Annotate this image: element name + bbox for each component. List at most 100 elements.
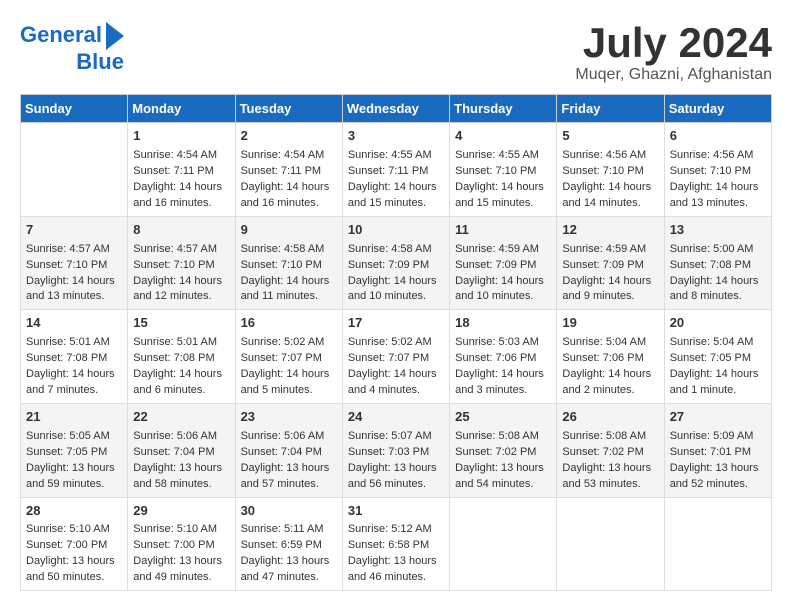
day-number: 30	[241, 502, 337, 521]
day-number: 2	[241, 127, 337, 146]
calendar-cell: 11 Sunrise: 4:59 AM Sunset: 7:09 PM Dayli…	[450, 216, 557, 310]
day-number: 9	[241, 221, 337, 240]
calendar-cell: 18 Sunrise: 5:03 AM Sunset: 7:06 PM Dayli…	[450, 310, 557, 404]
day-number: 15	[133, 314, 229, 333]
day-info: Sunrise: 4:55 AM Sunset: 7:10 PM Dayligh…	[455, 148, 551, 212]
month-title: July 2024	[575, 20, 772, 66]
weekday-header: Thursday	[450, 95, 557, 123]
calendar-cell: 8Sunrise: 4:57 AM Sunset: 7:10 PM Daylig…	[128, 216, 235, 310]
calendar-cell: 25 Sunrise: 5:08 AM Sunset: 7:02 PM Dayli…	[450, 403, 557, 497]
day-info: Sunrise: 5:01 AM Sunset: 7:08 PM Dayligh…	[133, 335, 229, 399]
calendar-week-row: 1 Sunrise: 4:54 AM Sunset: 7:11 PM Daylig…	[21, 123, 772, 217]
day-info: Sunrise: 5:10 AM Sunset: 7:00 PM Dayligh…	[133, 522, 229, 586]
calendar-week-row: 7 Sunrise: 4:57 AM Sunset: 7:10 PM Daylig…	[21, 216, 772, 310]
day-number: 6	[670, 127, 766, 146]
day-number: 12	[562, 221, 658, 240]
calendar-cell: 20 Sunrise: 5:04 AM Sunset: 7:05 PM Dayli…	[664, 310, 771, 404]
calendar-cell	[21, 123, 128, 217]
day-number: 22	[133, 408, 229, 427]
day-number: 1	[133, 127, 229, 146]
logo-text: General	[20, 23, 102, 47]
day-info: Sunrise: 4:56 AM Sunset: 7:10 PM Dayligh…	[562, 148, 658, 212]
calendar-cell: 5 Sunrise: 4:56 AM Sunset: 7:10 PM Daylig…	[557, 123, 664, 217]
calendar-cell	[450, 497, 557, 591]
calendar-cell: 13Sunrise: 5:00 AM Sunset: 7:08 PM Dayli…	[664, 216, 771, 310]
day-number: 17	[348, 314, 444, 333]
day-info: Sunrise: 5:02 AM Sunset: 7:07 PM Dayligh…	[241, 335, 337, 399]
calendar-cell: 2 Sunrise: 4:54 AM Sunset: 7:11 PM Daylig…	[235, 123, 342, 217]
calendar-cell: 28Sunrise: 5:10 AM Sunset: 7:00 PM Dayli…	[21, 497, 128, 591]
calendar-cell: 1 Sunrise: 4:54 AM Sunset: 7:11 PM Daylig…	[128, 123, 235, 217]
day-info: Sunrise: 5:08 AM Sunset: 7:02 PM Dayligh…	[562, 429, 658, 493]
day-info: Sunrise: 5:00 AM Sunset: 7:08 PM Dayligh…	[670, 242, 766, 306]
day-number: 25	[455, 408, 551, 427]
calendar-cell: 26Sunrise: 5:08 AM Sunset: 7:02 PM Dayli…	[557, 403, 664, 497]
day-info: Sunrise: 5:04 AM Sunset: 7:06 PM Dayligh…	[562, 335, 658, 399]
calendar-week-row: 28Sunrise: 5:10 AM Sunset: 7:00 PM Dayli…	[21, 497, 772, 591]
calendar-cell: 30Sunrise: 5:11 AM Sunset: 6:59 PM Dayli…	[235, 497, 342, 591]
day-number: 21	[26, 408, 122, 427]
day-number: 28	[26, 502, 122, 521]
day-info: Sunrise: 5:05 AM Sunset: 7:05 PM Dayligh…	[26, 429, 122, 493]
day-info: Sunrise: 4:57 AM Sunset: 7:10 PM Dayligh…	[26, 242, 122, 306]
calendar-cell: 3 Sunrise: 4:55 AM Sunset: 7:11 PM Daylig…	[342, 123, 449, 217]
day-number: 7	[26, 221, 122, 240]
weekday-header: Wednesday	[342, 95, 449, 123]
day-info: Sunrise: 4:59 AM Sunset: 7:09 PM Dayligh…	[562, 242, 658, 306]
weekday-header: Monday	[128, 95, 235, 123]
day-number: 4	[455, 127, 551, 146]
calendar-cell: 10Sunrise: 4:58 AM Sunset: 7:09 PM Dayli…	[342, 216, 449, 310]
day-number: 29	[133, 502, 229, 521]
weekday-header: Friday	[557, 95, 664, 123]
calendar-table: SundayMondayTuesdayWednesdayThursdayFrid…	[20, 94, 772, 591]
day-number: 24	[348, 408, 444, 427]
day-info: Sunrise: 5:03 AM Sunset: 7:06 PM Dayligh…	[455, 335, 551, 399]
day-info: Sunrise: 5:06 AM Sunset: 7:04 PM Dayligh…	[133, 429, 229, 493]
day-number: 5	[562, 127, 658, 146]
day-info: Sunrise: 4:54 AM Sunset: 7:11 PM Dayligh…	[241, 148, 337, 212]
day-info: Sunrise: 4:55 AM Sunset: 7:11 PM Dayligh…	[348, 148, 444, 212]
day-number: 23	[241, 408, 337, 427]
calendar-cell: 14Sunrise: 5:01 AM Sunset: 7:08 PM Dayli…	[21, 310, 128, 404]
day-number: 16	[241, 314, 337, 333]
weekday-header: Tuesday	[235, 95, 342, 123]
day-info: Sunrise: 4:56 AM Sunset: 7:10 PM Dayligh…	[670, 148, 766, 212]
day-number: 10	[348, 221, 444, 240]
calendar-cell: 27Sunrise: 5:09 AM Sunset: 7:01 PM Dayli…	[664, 403, 771, 497]
calendar-cell: 29Sunrise: 5:10 AM Sunset: 7:00 PM Dayli…	[128, 497, 235, 591]
weekday-header: Saturday	[664, 95, 771, 123]
day-info: Sunrise: 5:08 AM Sunset: 7:02 PM Dayligh…	[455, 429, 551, 493]
calendar-cell: 12 Sunrise: 4:59 AM Sunset: 7:09 PM Dayli…	[557, 216, 664, 310]
day-info: Sunrise: 4:54 AM Sunset: 7:11 PM Dayligh…	[133, 148, 229, 212]
day-info: Sunrise: 5:04 AM Sunset: 7:05 PM Dayligh…	[670, 335, 766, 399]
page-header: General Blue July 2024 Muqer, Ghazni, Af…	[20, 20, 772, 84]
calendar-cell	[557, 497, 664, 591]
day-number: 14	[26, 314, 122, 333]
calendar-cell: 22 Sunrise: 5:06 AM Sunset: 7:04 PM Dayli…	[128, 403, 235, 497]
day-number: 18	[455, 314, 551, 333]
calendar-cell	[664, 497, 771, 591]
calendar-cell: 6 Sunrise: 4:56 AM Sunset: 7:10 PM Daylig…	[664, 123, 771, 217]
day-info: Sunrise: 5:09 AM Sunset: 7:01 PM Dayligh…	[670, 429, 766, 493]
day-number: 20	[670, 314, 766, 333]
day-info: Sunrise: 5:11 AM Sunset: 6:59 PM Dayligh…	[241, 522, 337, 586]
day-number: 3	[348, 127, 444, 146]
calendar-cell: 7 Sunrise: 4:57 AM Sunset: 7:10 PM Daylig…	[21, 216, 128, 310]
day-info: Sunrise: 5:10 AM Sunset: 7:00 PM Dayligh…	[26, 522, 122, 586]
calendar-cell: 24 Sunrise: 5:07 AM Sunset: 7:03 PM Dayli…	[342, 403, 449, 497]
calendar-cell: 19Sunrise: 5:04 AM Sunset: 7:06 PM Dayli…	[557, 310, 664, 404]
weekday-header-row: SundayMondayTuesdayWednesdayThursdayFrid…	[21, 95, 772, 123]
day-info: Sunrise: 4:59 AM Sunset: 7:09 PM Dayligh…	[455, 242, 551, 306]
day-number: 8	[133, 221, 229, 240]
calendar-cell: 15 Sunrise: 5:01 AM Sunset: 7:08 PM Dayli…	[128, 310, 235, 404]
weekday-header: Sunday	[21, 95, 128, 123]
calendar-cell: 23Sunrise: 5:06 AM Sunset: 7:04 PM Dayli…	[235, 403, 342, 497]
day-number: 11	[455, 221, 551, 240]
day-info: Sunrise: 5:12 AM Sunset: 6:58 PM Dayligh…	[348, 522, 444, 586]
day-number: 31	[348, 502, 444, 521]
logo: General Blue	[20, 20, 124, 74]
calendar-cell: 31Sunrise: 5:12 AM Sunset: 6:58 PM Dayli…	[342, 497, 449, 591]
calendar-cell: 16 Sunrise: 5:02 AM Sunset: 7:07 PM Dayli…	[235, 310, 342, 404]
calendar-cell: 21 Sunrise: 5:05 AM Sunset: 7:05 PM Dayli…	[21, 403, 128, 497]
day-info: Sunrise: 5:07 AM Sunset: 7:03 PM Dayligh…	[348, 429, 444, 493]
